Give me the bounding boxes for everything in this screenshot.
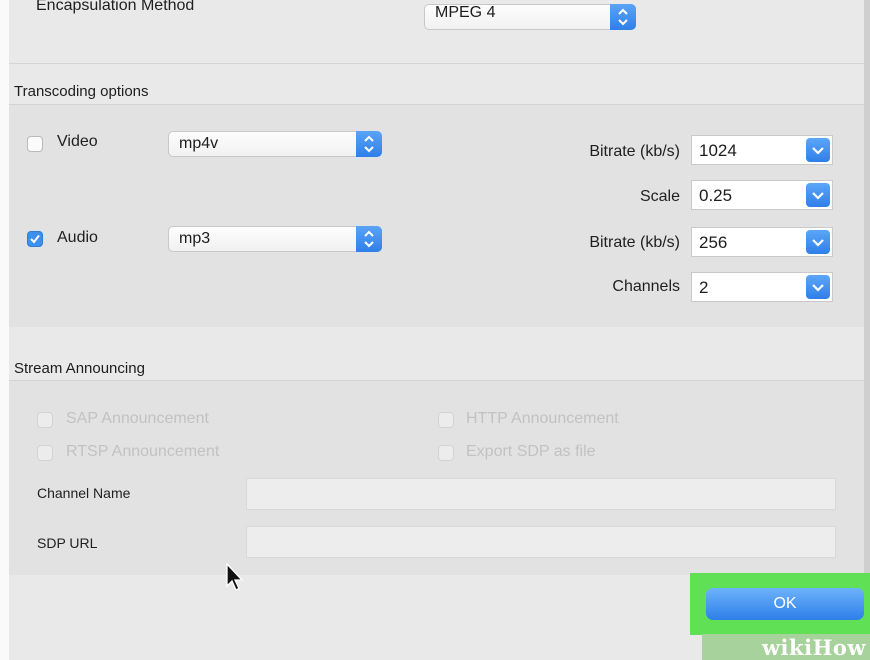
audio-label: Audio (57, 229, 98, 246)
sap-checkbox[interactable] (37, 412, 53, 428)
sdp-url-field[interactable] (246, 526, 836, 558)
video-bitrate-label: Bitrate (kb/s) (589, 143, 680, 160)
channels-label: Channels (612, 278, 680, 295)
audio-checkbox[interactable] (27, 231, 43, 247)
stream-title: Stream Announcing (14, 360, 145, 377)
encapsulation-select[interactable]: MPEG 4 (424, 4, 636, 30)
channel-name-label: Channel Name (37, 485, 131, 501)
sdp-url-label: SDP URL (37, 535, 98, 551)
chevron-down-icon (806, 230, 830, 254)
chevron-down-icon (806, 138, 830, 162)
video-bitrate-value: 1024 (699, 141, 737, 160)
export-sdp-checkbox[interactable] (438, 445, 454, 461)
audio-codec-select[interactable]: mp3 (168, 226, 382, 252)
audio-codec-value: mp3 (179, 230, 211, 247)
audio-bitrate-label: Bitrate (kb/s) (589, 234, 680, 251)
video-codec-select[interactable]: mp4v (168, 131, 382, 157)
ok-button[interactable]: OK (706, 588, 864, 620)
window-right-edge (864, 0, 870, 660)
http-checkbox[interactable] (438, 412, 454, 428)
chevron-down-icon (806, 275, 830, 299)
checkmark-icon (30, 234, 40, 244)
audio-bitrate-combo[interactable]: 256 (691, 227, 833, 257)
export-sdp-label: Export SDP as file (466, 443, 596, 460)
channels-value: 2 (699, 278, 709, 297)
chevron-updown-icon (356, 131, 382, 157)
http-label: HTTP Announcement (466, 410, 619, 427)
chevron-down-icon (806, 183, 830, 207)
transcoding-title: Transcoding options (14, 83, 149, 100)
watermark-logo: wikiHow (702, 634, 870, 660)
encapsulation-value: MPEG 4 (435, 4, 496, 21)
chevron-updown-icon (356, 226, 382, 252)
channels-combo[interactable]: 2 (691, 272, 833, 302)
scale-combo[interactable]: 0.25 (691, 180, 833, 210)
watermark-text: wikiHow (761, 635, 866, 660)
divider (9, 63, 864, 64)
window-left-edge (0, 0, 9, 660)
encapsulation-label: Encapsulation Method (36, 0, 195, 14)
scale-label: Scale (639, 188, 680, 205)
video-bitrate-combo[interactable]: 1024 (691, 135, 833, 165)
audio-bitrate-value: 256 (699, 233, 728, 252)
mouse-pointer-icon (226, 563, 244, 591)
rtsp-checkbox[interactable] (37, 445, 53, 461)
video-checkbox[interactable] (27, 136, 43, 152)
rtsp-label: RTSP Announcement (66, 443, 220, 460)
sap-label: SAP Announcement (66, 410, 209, 427)
chevron-updown-icon (610, 4, 636, 30)
scale-value: 0.25 (699, 186, 733, 205)
video-label: Video (57, 133, 98, 150)
video-codec-value: mp4v (179, 135, 219, 152)
channel-name-field[interactable] (246, 478, 836, 510)
